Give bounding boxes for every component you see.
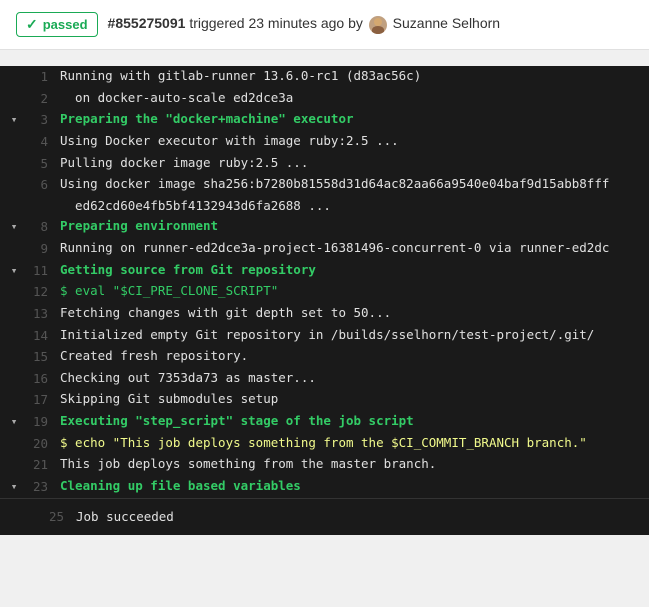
line-number: 15 xyxy=(28,346,60,368)
line-content: Preparing the "docker+machine" executor xyxy=(60,109,649,130)
check-icon: ✓ xyxy=(26,16,38,33)
line-content: Initialized empty Git repository in /bui… xyxy=(60,325,649,346)
line-number: 19 xyxy=(28,411,60,433)
line-toggle-5 xyxy=(0,153,28,155)
log-line: 14 Initialized empty Git repository in /… xyxy=(0,325,649,347)
line-content: $ eval "$CI_PRE_CLONE_SCRIPT" xyxy=(60,281,649,302)
line-content: Created fresh repository. xyxy=(60,346,649,367)
line-content: Fetching changes with git depth set to 5… xyxy=(60,303,649,324)
log-line: 13 Fetching changes with git depth set t… xyxy=(0,303,649,325)
line-toggle-25 xyxy=(16,516,44,518)
line-content: Preparing environment xyxy=(60,216,649,237)
line-toggle-4 xyxy=(0,131,28,133)
line-number: 5 xyxy=(28,153,60,175)
header-description: #855275091 triggered 23 minutes ago by S… xyxy=(108,15,501,33)
line-number: 11 xyxy=(28,260,60,282)
line-number: 23 xyxy=(28,476,60,498)
line-content: ed62cd60e4fb5bf4132943d6fa2688 ... xyxy=(60,196,649,217)
log-line[interactable]: ▾ 11 Getting source from Git repository xyxy=(0,260,649,282)
status-badge: ✓ passed xyxy=(16,12,98,37)
line-number: 12 xyxy=(28,281,60,303)
triggered-text: triggered 23 minutes ago by xyxy=(189,15,366,31)
line-toggle-15 xyxy=(0,346,28,348)
line-toggle-9 xyxy=(0,238,28,240)
line-content: Getting source from Git repository xyxy=(60,260,649,281)
log-line: 6 Using docker image sha256:b7280b81558d… xyxy=(0,174,649,196)
log-line: 12 $ eval "$CI_PRE_CLONE_SCRIPT" xyxy=(0,281,649,303)
line-toggle-21 xyxy=(0,454,28,456)
line-toggle-2 xyxy=(0,88,28,90)
line-number: 13 xyxy=(28,303,60,325)
line-number: 2 xyxy=(28,88,60,110)
line-toggle-1 xyxy=(0,66,28,68)
line-content: $ echo "This job deploys something from … xyxy=(60,433,649,454)
log-line[interactable]: ▾ 3 Preparing the "docker+machine" execu… xyxy=(0,109,649,131)
log-line: 16 Checking out 7353da73 as master... xyxy=(0,368,649,390)
line-number xyxy=(28,196,60,197)
log-container: 1 Running with gitlab-runner 13.6.0-rc1 … xyxy=(0,66,649,535)
log-line: 1 Running with gitlab-runner 13.6.0-rc1 … xyxy=(0,66,649,88)
line-number: 14 xyxy=(28,325,60,347)
log-line: 9 Running on runner-ed2dce3a-project-163… xyxy=(0,238,649,260)
line-toggle-11[interactable]: ▾ xyxy=(0,260,28,280)
log-line: 2 on docker-auto-scale ed2dce3a xyxy=(0,88,649,110)
line-content: Using docker image sha256:b7280b81558d31… xyxy=(60,174,649,195)
line-toggle-16 xyxy=(0,368,28,370)
line-content: Executing "step_script" stage of the job… xyxy=(60,411,649,432)
line-toggle-19[interactable]: ▾ xyxy=(0,411,28,431)
line-number: 4 xyxy=(28,131,60,153)
spacer xyxy=(0,50,649,66)
line-content: Running with gitlab-runner 13.6.0-rc1 (d… xyxy=(60,66,649,87)
line-number: 9 xyxy=(28,238,60,260)
line-content: Checking out 7353da73 as master... xyxy=(60,368,649,389)
log-line: 5 Pulling docker image ruby:2.5 ... xyxy=(0,153,649,175)
line-toggle-13 xyxy=(0,303,28,305)
user-name: Suzanne Selhorn xyxy=(393,15,500,31)
log-line: 4 Using Docker executor with image ruby:… xyxy=(0,131,649,153)
log-line[interactable]: ▾ 8 Preparing environment xyxy=(0,216,649,238)
line-content: Pulling docker image ruby:2.5 ... xyxy=(60,153,649,174)
log-line[interactable]: ▾ 19 Executing "step_script" stage of th… xyxy=(0,411,649,433)
line-content: on docker-auto-scale ed2dce3a xyxy=(60,88,649,109)
log-line: ed62cd60e4fb5bf4132943d6fa2688 ... xyxy=(0,196,649,217)
line-toggle-7 xyxy=(0,196,28,198)
log-line: 21 This job deploys something from the m… xyxy=(0,454,649,476)
line-toggle-12 xyxy=(0,281,28,283)
line-content: Skipping Git submodules setup xyxy=(60,389,649,410)
line-number: 8 xyxy=(28,216,60,238)
line-content: Running on runner-ed2dce3a-project-16381… xyxy=(60,238,649,259)
log-line[interactable]: ▾ 23 Cleaning up file based variables xyxy=(0,476,649,498)
line-number: 6 xyxy=(28,174,60,196)
job-id: #855275091 xyxy=(108,15,186,31)
line-number: 16 xyxy=(28,368,60,390)
line-toggle-14 xyxy=(0,325,28,327)
line-number: 1 xyxy=(28,66,60,88)
log-line: 15 Created fresh repository. xyxy=(0,346,649,368)
log-line: 17 Skipping Git submodules setup xyxy=(0,389,649,411)
line-content: Cleaning up file based variables xyxy=(60,476,649,497)
avatar xyxy=(369,16,387,34)
line-content: Using Docker executor with image ruby:2.… xyxy=(60,131,649,152)
line-toggle-8[interactable]: ▾ xyxy=(0,216,28,236)
line-toggle-6 xyxy=(0,174,28,176)
line-toggle-20 xyxy=(0,433,28,435)
job-succeeded-text: Job succeeded xyxy=(76,507,174,528)
job-status-line: 25 Job succeeded xyxy=(0,498,649,536)
badge-label: passed xyxy=(43,17,88,32)
line-number: 20 xyxy=(28,433,60,455)
line-toggle-17 xyxy=(0,389,28,391)
line-number-bottom: 25 xyxy=(44,507,76,528)
line-toggle-3[interactable]: ▾ xyxy=(0,109,28,129)
line-number: 21 xyxy=(28,454,60,476)
log-line: 20 $ echo "This job deploys something fr… xyxy=(0,433,649,455)
line-number: 3 xyxy=(28,109,60,131)
line-toggle-23[interactable]: ▾ xyxy=(0,476,28,496)
line-number: 17 xyxy=(28,389,60,411)
job-header: ✓ passed #855275091 triggered 23 minutes… xyxy=(0,0,649,50)
line-content: This job deploys something from the mast… xyxy=(60,454,649,475)
